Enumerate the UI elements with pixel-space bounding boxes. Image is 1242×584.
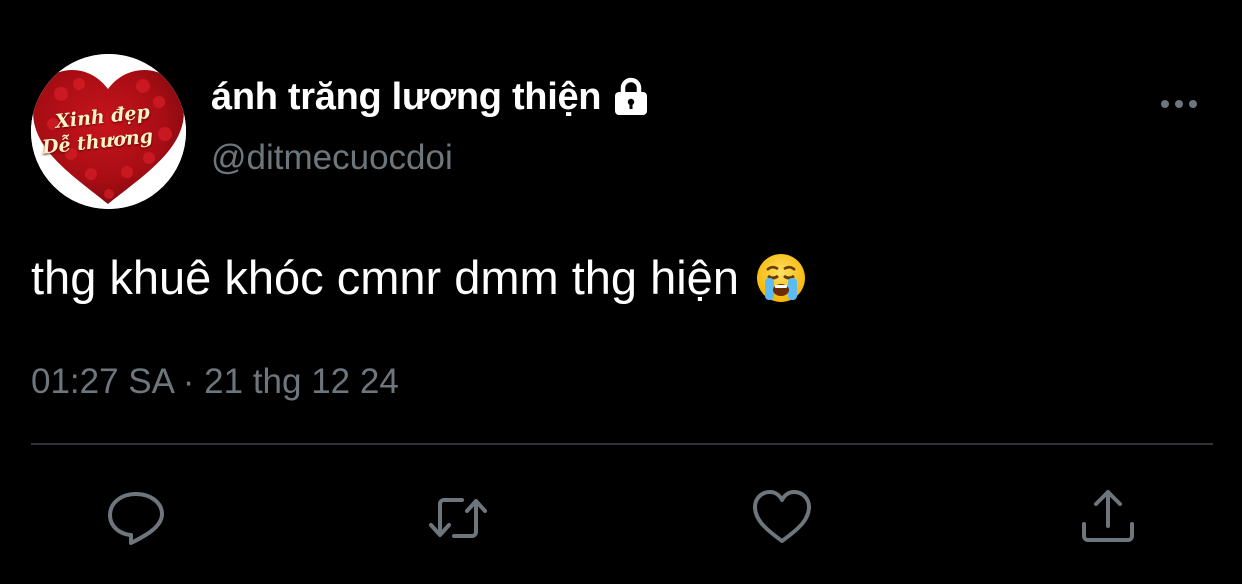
share-icon xyxy=(1082,490,1134,542)
heart-icon xyxy=(753,490,811,543)
tweet-timestamp[interactable]: 01:27 SA · 21 thg 12 24 xyxy=(31,362,399,402)
reply-icon xyxy=(108,492,164,545)
lock-icon xyxy=(609,77,653,117)
more-options-icon[interactable] xyxy=(1158,92,1200,116)
like-button[interactable] xyxy=(750,486,814,550)
retweet-icon xyxy=(429,498,487,538)
loudly-crying-face-icon xyxy=(755,252,807,304)
retweet-button[interactable] xyxy=(426,486,490,550)
tweet-body: thg khuê khóc cmnr dmm thg hiện xyxy=(31,250,807,305)
display-name[interactable]: ánh trăng lương thiện xyxy=(211,72,653,122)
avatar[interactable]: Xinh đẹp Dễ thương xyxy=(31,54,186,209)
divider xyxy=(31,443,1213,445)
reply-button[interactable] xyxy=(104,486,168,550)
tweet-text: thg khuê khóc cmnr dmm thg hiện xyxy=(31,251,739,304)
display-name-text: ánh trăng lương thiện xyxy=(211,75,602,118)
share-button[interactable] xyxy=(1076,486,1140,550)
user-handle[interactable]: @ditmecuocdoi xyxy=(211,138,453,178)
